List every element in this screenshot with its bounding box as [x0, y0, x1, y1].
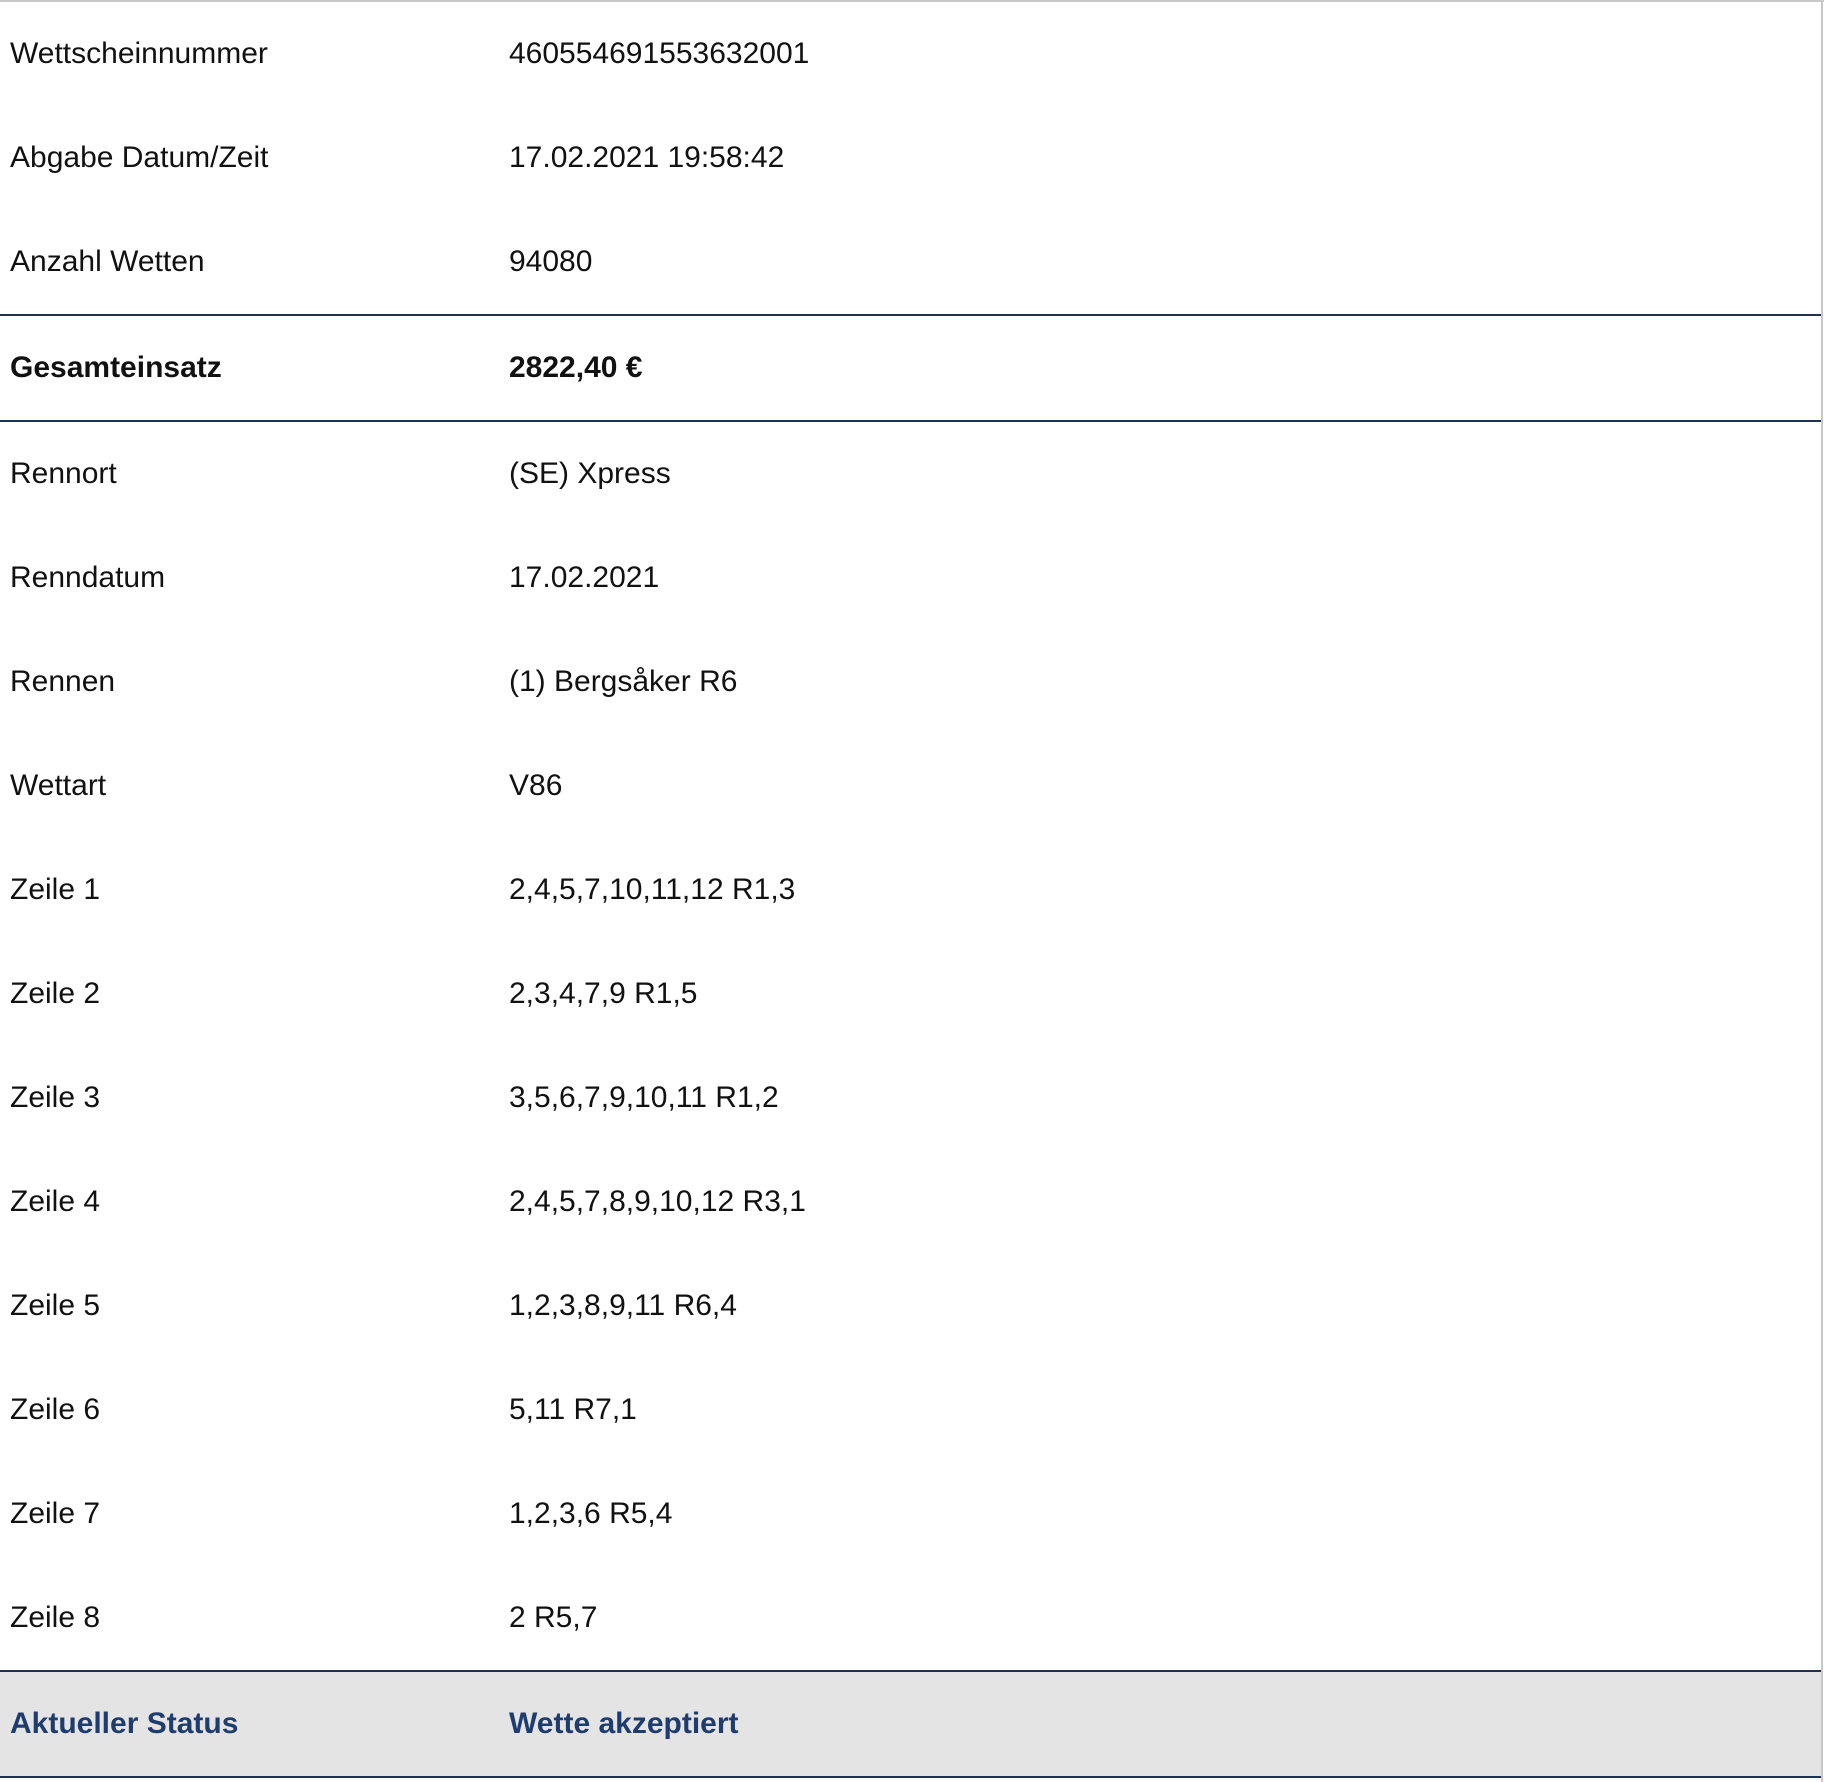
status-label: Aktueller Status [0, 1670, 499, 1778]
row-label: Abgabe Datum/Zeit [10, 141, 269, 174]
row-line-8: Zeile 8 2 R5,7 [0, 1566, 1821, 1671]
row-current-status: Aktueller Status Wette akzeptiert [0, 1670, 1821, 1778]
row-label: Zeile 2 [10, 977, 101, 1010]
row-value: (1) Bergsåker R6 [509, 665, 738, 698]
row-line-3: Zeile 3 3,5,6,7,9,10,11 R1,2 [0, 1046, 1821, 1150]
row-race-venue: Rennort (SE) Xpress [0, 421, 1821, 526]
row-value: 17.02.2021 [509, 561, 660, 594]
row-line-5: Zeile 5 1,2,3,8,9,11 R6,4 [0, 1254, 1821, 1358]
row-line-4: Zeile 4 2,4,5,7,8,9,10,12 R3,1 [0, 1150, 1821, 1254]
status-value: Wette akzeptiert [499, 1670, 1821, 1778]
row-label: Wettart [10, 769, 107, 802]
total-value: 2822,40 € [499, 314, 1821, 422]
row-label: Renndatum [10, 561, 166, 594]
row-label: Zeile 1 [10, 873, 101, 906]
row-ticket-number: Wettscheinnummer 460554691553632001 [0, 2, 1821, 106]
row-value: 94080 [509, 245, 593, 278]
row-label: Wettscheinnummer [10, 37, 268, 70]
row-label: Zeile 8 [10, 1601, 101, 1634]
row-value: (SE) Xpress [509, 457, 671, 490]
row-value: 460554691553632001 [509, 37, 810, 70]
bet-ticket-frame: Wettscheinnummer 460554691553632001 Abga… [0, 2, 1823, 1782]
row-value: 3,5,6,7,9,10,11 R1,2 [509, 1081, 779, 1114]
row-value: 5,11 R7,1 [509, 1393, 637, 1426]
row-value: 2,4,5,7,8,9,10,12 R3,1 [509, 1185, 806, 1218]
row-value: V86 [509, 769, 563, 802]
row-label: Zeile 6 [10, 1393, 101, 1426]
bet-details-table: Wettscheinnummer 460554691553632001 Abga… [0, 2, 1821, 1778]
row-race: Rennen (1) Bergsåker R6 [0, 630, 1821, 734]
row-label: Zeile 3 [10, 1081, 101, 1114]
row-label: Zeile 4 [10, 1185, 101, 1218]
total-label: Gesamteinsatz [0, 314, 499, 422]
row-value: 2,4,5,7,10,11,12 R1,3 [509, 873, 796, 906]
row-bet-count: Anzahl Wetten 94080 [0, 210, 1821, 315]
row-label: Zeile 5 [10, 1289, 101, 1322]
row-race-date: Renndatum 17.02.2021 [0, 526, 1821, 630]
row-total-stake: Gesamteinsatz 2822,40 € [0, 314, 1821, 422]
row-line-2: Zeile 2 2,3,4,7,9 R1,5 [0, 942, 1821, 1046]
row-line-1: Zeile 1 2,4,5,7,10,11,12 R1,3 [0, 838, 1821, 942]
row-label: Anzahl Wetten [10, 245, 205, 278]
row-bet-type: Wettart V86 [0, 734, 1821, 838]
row-label: Rennen [10, 665, 116, 698]
row-value: 2,3,4,7,9 R1,5 [509, 977, 698, 1010]
row-label: Rennort [10, 457, 117, 490]
row-value: 2 R5,7 [509, 1601, 598, 1634]
row-label: Zeile 7 [10, 1497, 101, 1530]
bet-ticket-details: Wettscheinnummer 460554691553632001 Abga… [0, 0, 1824, 1782]
row-line-6: Zeile 6 5,11 R7,1 [0, 1358, 1821, 1462]
row-value: 1,2,3,8,9,11 R6,4 [509, 1289, 737, 1322]
row-line-7: Zeile 7 1,2,3,6 R5,4 [0, 1462, 1821, 1566]
row-value: 17.02.2021 19:58:42 [509, 141, 785, 174]
row-submit-datetime: Abgabe Datum/Zeit 17.02.2021 19:58:42 [0, 106, 1821, 210]
row-value: 1,2,3,6 R5,4 [509, 1497, 673, 1530]
